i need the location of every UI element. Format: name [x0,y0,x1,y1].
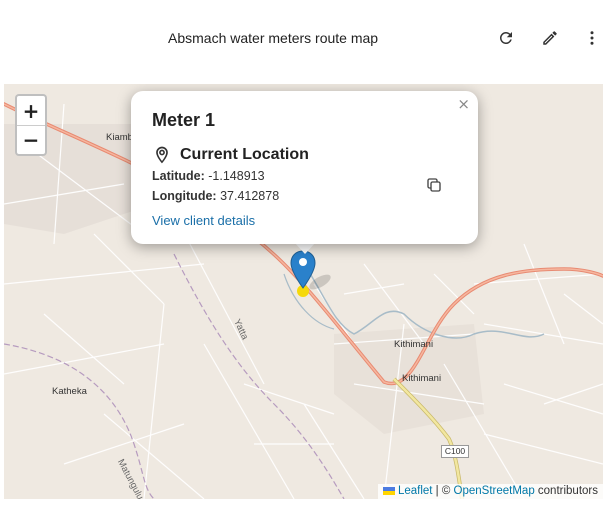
zoom-control: + − [15,94,47,156]
pencil-icon [543,31,557,45]
refresh-icon [499,31,512,44]
map-label-katheka: Katheka [52,386,87,397]
edit-button[interactable] [538,26,562,50]
map-attribution: Leaflet | © OpenStreetMap contributors [377,484,603,499]
attribution-separator: | © [432,485,454,497]
current-location-label: Current Location [180,146,309,163]
map-canvas[interactable]: Kiamb Kithimani Kithimani Katheka Yatta … [4,84,603,499]
latitude-value: -1.148913 [208,169,265,183]
ukraine-flag-icon [382,486,395,495]
attribution-contributors: contributors [534,485,598,497]
popup-title: Meter 1 [152,110,216,130]
road-shield-c100: C100 [441,445,469,458]
copy-icon [427,178,441,192]
more-vertical-icon [590,31,594,45]
longitude-row: Longitude: 37.412878 [152,189,279,203]
copy-coordinates-button[interactable] [425,176,443,194]
latitude-row: Latitude: -1.148913 [152,169,265,183]
location-marker[interactable] [290,250,316,298]
refresh-button[interactable] [494,26,518,50]
page-title: Absmach water meters route map [168,30,379,46]
zoom-out-button[interactable]: − [17,125,45,154]
latitude-label: Latitude: [152,169,205,183]
popup-close-button[interactable]: × [457,95,470,113]
openstreetmap-link[interactable]: OpenStreetMap [454,485,535,497]
longitude-label: Longitude: [152,189,217,203]
meter-popup: × Meter 1 Current Location Latitude: -1.… [131,91,478,244]
view-client-details-link[interactable]: View client details [152,213,255,228]
map-label-kithimani: Kithimani [394,339,434,350]
more-options-button[interactable] [580,26,604,50]
longitude-value: 37.412878 [220,189,280,203]
app-header: Absmach water meters route map [0,0,607,84]
leaflet-link[interactable]: Leaflet [398,485,433,497]
zoom-in-button[interactable]: + [17,96,45,125]
current-location-heading: Current Location [152,145,309,165]
map-label-kiamb: Kiamb [106,132,133,143]
location-pin-icon [156,146,168,164]
map-label-kithimani-town: Kithimani [402,373,442,384]
